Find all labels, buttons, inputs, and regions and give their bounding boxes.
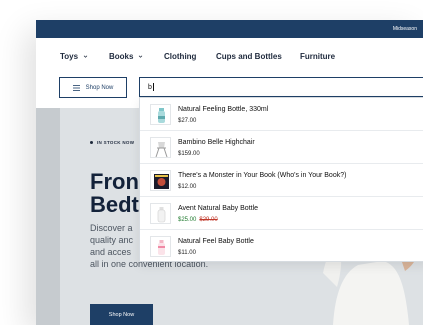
- bottle-teal-icon: [150, 104, 171, 125]
- text-caret: [152, 83, 154, 91]
- result-price: $27.00: [178, 118, 197, 124]
- result-name: Bambino Belle Highchair: [178, 139, 255, 146]
- storefront-window: Midseason Toys Books Clothing Cups and B…: [36, 20, 423, 325]
- result-name: Natural Feel Baby Bottle: [178, 238, 254, 245]
- search-result-item[interactable]: Avent Natural Baby Bottle $25.00 $29.00: [140, 197, 423, 230]
- search-result-item[interactable]: Natural Feeling Bottle, 330ml $27.00: [140, 98, 423, 131]
- hero-side-strip: [36, 108, 60, 325]
- hero-shop-now-button[interactable]: Shop Now: [90, 304, 153, 325]
- hero-kicker: IN STOCK NOW: [90, 140, 134, 145]
- bottle-clear-icon: [150, 203, 171, 224]
- result-sale-price: $25.00: [178, 217, 197, 223]
- result-old-price: $29.00: [199, 217, 218, 223]
- result-price: $11.00: [178, 250, 196, 256]
- search-result-item[interactable]: Bambino Belle Highchair $159.00: [140, 131, 423, 164]
- highchair-icon: [150, 137, 171, 158]
- shop-now-label: Shop Now: [85, 84, 114, 91]
- nav-item-cups-and-bottles[interactable]: Cups and Bottles: [216, 52, 282, 61]
- search-result-item[interactable]: Natural Feel Baby Bottle $11.00: [140, 230, 423, 263]
- book-cover-icon: [150, 170, 171, 191]
- result-name: There's a Monster in Your Book (Who's in…: [178, 172, 347, 179]
- nav-item-furniture[interactable]: Furniture: [300, 52, 335, 61]
- result-price: $159.00: [178, 151, 200, 157]
- nav-item-label: Furniture: [300, 52, 336, 61]
- bottle-pink-icon: [150, 236, 171, 257]
- nav-item-label: Toys: [60, 52, 79, 61]
- hero-kicker-text: IN STOCK NOW: [97, 140, 135, 145]
- chevron-down-icon: [139, 55, 143, 58]
- main-nav: Toys Books Clothing Cups and Bottles Fur…: [36, 38, 423, 74]
- nav-item-clothing[interactable]: Clothing: [164, 52, 196, 61]
- search-query-text: b: [148, 83, 152, 91]
- nav-item-books[interactable]: Books: [109, 52, 143, 61]
- bullet-dot-icon: [90, 141, 93, 144]
- result-price-group: $25.00 $29.00: [178, 217, 218, 223]
- result-price: $12.00: [178, 184, 197, 190]
- top-announcement-bar: Midseason: [36, 20, 423, 38]
- result-name: Natural Feeling Bottle, 330ml: [178, 106, 269, 113]
- result-name: Avent Natural Baby Bottle: [178, 205, 259, 212]
- hero-button-label: Shop Now: [108, 311, 135, 318]
- search-result-item[interactable]: There's a Monster in Your Book (Who's in…: [140, 164, 423, 197]
- search-suggestions-dropdown: Natural Feeling Bottle, 330ml $27.00 Bam…: [139, 97, 423, 262]
- nav-item-label: Books: [109, 52, 134, 61]
- nav-item-label: Clothing: [164, 52, 197, 61]
- announcement-text: Midseason: [392, 26, 417, 32]
- shop-now-menu-button[interactable]: Shop Now: [59, 77, 127, 98]
- hamburger-menu-icon: [72, 84, 80, 91]
- search-input[interactable]: b: [139, 77, 423, 97]
- chevron-down-icon: [83, 55, 88, 58]
- nav-item-label: Cups and Bottles: [216, 52, 282, 61]
- nav-item-toys[interactable]: Toys: [60, 52, 88, 61]
